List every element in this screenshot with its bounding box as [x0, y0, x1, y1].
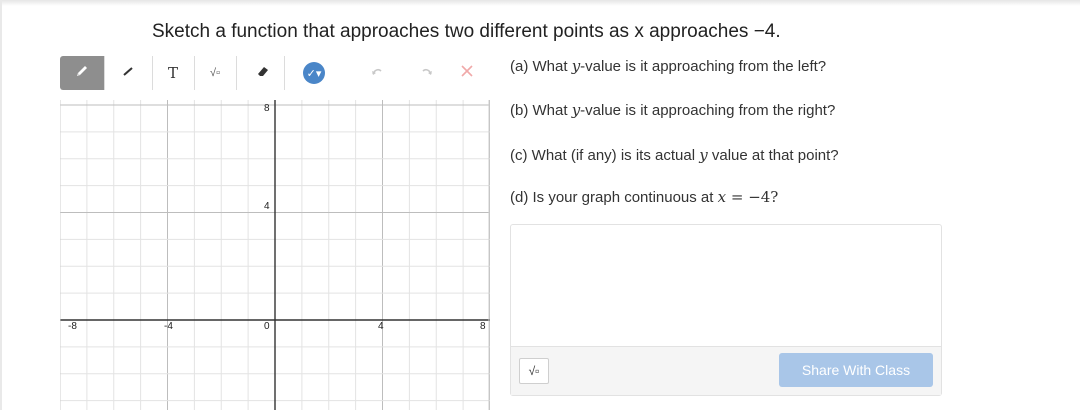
y-tick-label: 4 [264, 201, 270, 212]
x-tick-label: 4 [378, 321, 384, 332]
sqrt-tool-button[interactable]: √▫ [198, 56, 232, 90]
coordinate-grid[interactable]: -8 -4 0 4 8 8 4 [59, 100, 491, 410]
pencil-tool-button[interactable] [60, 56, 104, 90]
eraser-icon [255, 63, 271, 83]
x-tick-label: 8 [480, 321, 486, 332]
toolbar-divider [194, 56, 195, 90]
toolbar-divider [284, 56, 285, 90]
drawing-toolbar: T √▫ ✓▾ [60, 56, 488, 90]
top-shadow [0, 0, 1080, 6]
undo-icon [369, 63, 385, 83]
question-b: (b) What y-value is it approaching from … [510, 101, 836, 119]
question-c: (c) What (if any) is its actual y value … [510, 146, 839, 164]
line-icon [120, 63, 136, 83]
x-tick-label: -8 [68, 321, 77, 332]
undo-button[interactable] [360, 56, 394, 90]
answer-textbox[interactable]: √▫ Share With Class [510, 224, 942, 396]
clear-button[interactable] [450, 56, 484, 90]
question-d: (d) Is your graph continuous at x = −4? [510, 188, 779, 206]
color-swatch: ✓▾ [303, 62, 325, 84]
color-picker-button[interactable]: ✓▾ [288, 56, 340, 90]
toolbar-divider [152, 56, 153, 90]
page-title: Sketch a function that approaches two di… [152, 21, 781, 42]
text-tool-button[interactable]: T [156, 56, 190, 90]
y-tick-label: 8 [264, 103, 270, 114]
math-input-button[interactable]: √▫ [519, 358, 549, 384]
answer-footer: √▫ Share With Class [511, 346, 941, 395]
x-tick-label: 0 [264, 321, 270, 332]
x-tick-label: -4 [164, 321, 173, 332]
graph-canvas[interactable]: -8 -4 0 4 8 8 4 [59, 100, 491, 410]
redo-icon [419, 63, 435, 83]
pencil-icon [74, 63, 90, 83]
toolbar-divider [104, 56, 105, 90]
question-a: (a) What y-value is it approaching from … [510, 57, 827, 75]
left-edge [0, 0, 2, 410]
eraser-tool-button[interactable] [246, 56, 280, 90]
toolbar-divider [236, 56, 237, 90]
close-icon [459, 63, 475, 83]
redo-button[interactable] [410, 56, 444, 90]
share-with-class-button[interactable]: Share With Class [779, 353, 933, 387]
line-tool-button[interactable] [111, 56, 145, 90]
